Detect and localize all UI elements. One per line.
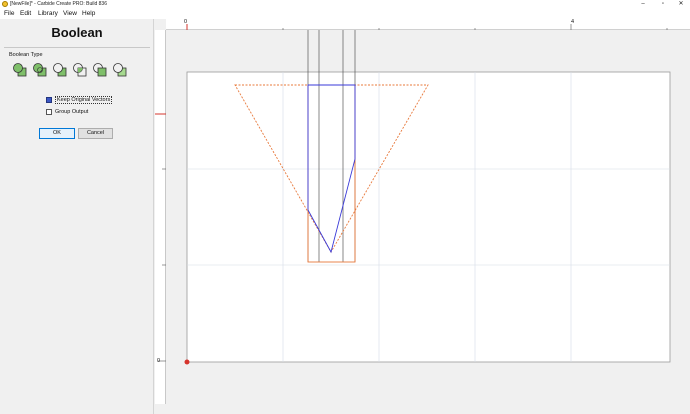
keep-original-vectors-checkbox[interactable] (46, 96, 52, 103)
bottom-status-strip (155, 404, 690, 414)
ruler-top-label-4: 4 (571, 19, 575, 25)
boolean-type-icons (12, 62, 132, 78)
panel-title: Boolean (51, 25, 103, 40)
design-svg[interactable] (166, 30, 690, 404)
weld-icon[interactable] (32, 62, 48, 78)
menu-file[interactable]: File (4, 10, 14, 18)
union-icon[interactable] (12, 62, 28, 78)
menu-view[interactable]: View (63, 10, 77, 18)
menu-help[interactable]: Help (82, 10, 95, 18)
ruler-left-label-0: 0 (157, 358, 161, 364)
app-logo-icon (2, 1, 8, 7)
minimize-button[interactable]: – (636, 0, 650, 9)
ok-button[interactable]: OK (39, 128, 75, 139)
title-bar: [NewFile]* - Carbide Create PRO: Build 8… (0, 0, 690, 9)
subtract-back-icon[interactable] (92, 62, 108, 78)
boolean-panel: Boolean Boolean Type Keep Original Vecto… (0, 19, 154, 414)
intersect-icon[interactable] (72, 62, 88, 78)
close-button[interactable]: ✕ (674, 0, 688, 9)
cancel-button[interactable]: Cancel (78, 128, 113, 139)
menu-edit[interactable]: Edit (20, 10, 31, 18)
app-window: [NewFile]* - Carbide Create PRO: Build 8… (0, 0, 690, 414)
group-output-label: Group Output (55, 108, 89, 115)
subtract-icon[interactable] (52, 62, 68, 78)
vertical-ruler[interactable]: 0 (155, 30, 166, 404)
horizontal-ruler[interactable]: 0 4 (166, 19, 690, 32)
panel-divider (4, 47, 150, 48)
group-output-option[interactable]: Group Output (46, 107, 88, 116)
ruler-top-label-0: 0 (184, 19, 188, 25)
subtract-front-icon[interactable] (112, 62, 128, 78)
boolean-type-label: Boolean Type (9, 52, 43, 58)
window-title: [NewFile]* - Carbide Create PRO: Build 8… (10, 1, 107, 7)
menu-library[interactable]: Library (38, 10, 58, 18)
maximize-button[interactable]: ▫ (656, 0, 670, 9)
menu-bar: File Edit Library View Help (0, 9, 690, 19)
keep-original-vectors-label: Keep Original Vectors (55, 95, 113, 104)
group-output-checkbox[interactable] (46, 108, 52, 115)
vertical-ruler-ticks (155, 30, 166, 404)
keep-original-vectors-option[interactable]: Keep Original Vectors (46, 95, 113, 104)
origin-marker-icon (184, 359, 190, 365)
design-canvas[interactable] (166, 30, 690, 404)
stock-sheet (186, 71, 671, 363)
